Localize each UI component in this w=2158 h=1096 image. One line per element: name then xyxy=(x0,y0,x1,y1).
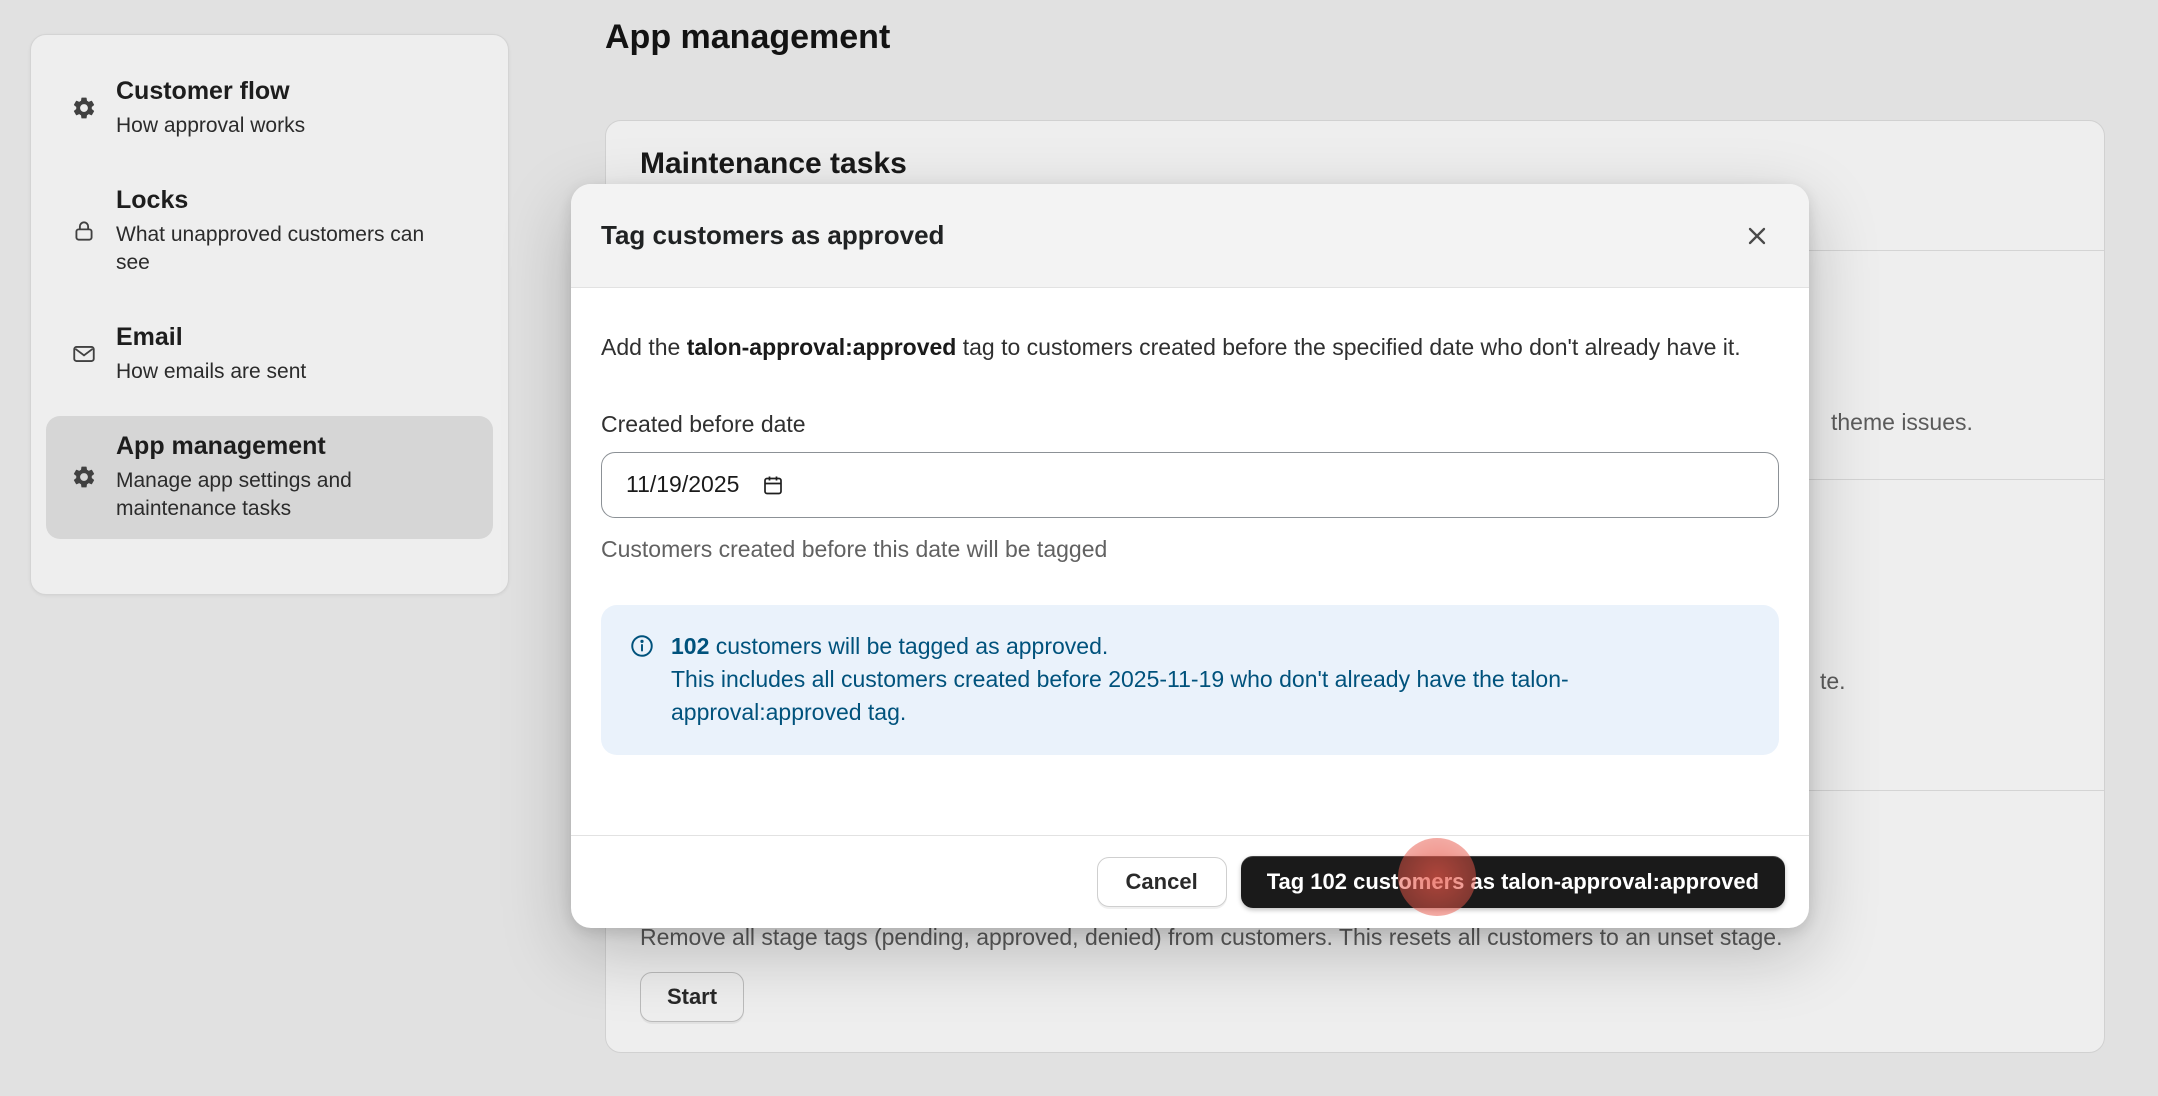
created-before-date-input[interactable]: 11/19/2025 xyxy=(601,452,1779,518)
banner-line1: 102 customers will be tagged as approved… xyxy=(671,630,1751,663)
tag-name: talon-approval:approved xyxy=(687,334,957,360)
info-icon xyxy=(629,633,655,664)
confirm-tag-button[interactable]: Tag 102 customers as talon-approval:appr… xyxy=(1241,856,1785,908)
date-value: 11/19/2025 xyxy=(626,471,739,498)
modal-body: Add the talon-approval:approved tag to c… xyxy=(571,288,1809,755)
info-banner: 102 customers will be tagged as approved… xyxy=(601,605,1779,755)
modal-header: Tag customers as approved xyxy=(571,184,1809,288)
modal-description: Add the talon-approval:approved tag to c… xyxy=(601,330,1741,365)
banner-line2: This includes all customers created befo… xyxy=(671,663,1751,730)
date-field-label: Created before date xyxy=(601,411,1779,438)
calendar-icon[interactable] xyxy=(761,473,785,497)
close-icon[interactable] xyxy=(1735,214,1779,258)
date-field-help: Customers created before this date will … xyxy=(601,536,1779,563)
info-banner-text: 102 customers will be tagged as approved… xyxy=(671,630,1751,730)
modal-footer: Cancel Tag 102 customers as talon-approv… xyxy=(571,835,1809,928)
tag-customers-modal: Tag customers as approved Add the talon-… xyxy=(571,184,1809,928)
modal-title: Tag customers as approved xyxy=(601,220,944,251)
cancel-button[interactable]: Cancel xyxy=(1097,857,1227,907)
